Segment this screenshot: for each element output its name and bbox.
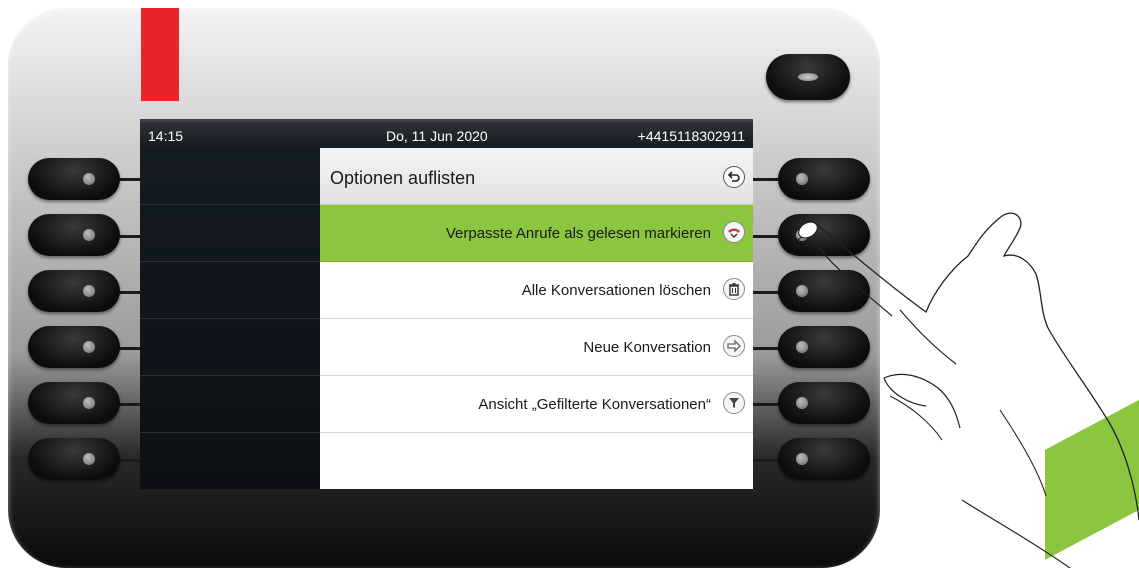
left-softkey-6[interactable] — [28, 438, 120, 480]
key-led — [83, 285, 95, 297]
left-softkey-1[interactable] — [28, 158, 120, 200]
divider — [140, 432, 320, 433]
status-phone-number: +4415118302911 — [637, 128, 745, 144]
home-key[interactable] — [766, 54, 850, 100]
left-softkey-2[interactable] — [28, 214, 120, 256]
left-softkey-5[interactable] — [28, 382, 120, 424]
menu-header: Optionen auflisten — [320, 148, 753, 205]
trash-icon — [723, 278, 745, 300]
back-arrow-icon[interactable] — [723, 166, 745, 188]
missed-call-icon — [723, 221, 745, 243]
divider — [140, 204, 320, 205]
key-led — [83, 397, 95, 409]
key-led — [796, 173, 808, 185]
right-softkey-1[interactable] — [778, 158, 870, 200]
menu-item-filtered-view[interactable]: Ansicht „Gefilterte Konversationen“ — [320, 376, 753, 433]
divider — [140, 318, 320, 319]
menu-item-label: Ansicht „Gefilterte Konversationen“ — [478, 396, 711, 413]
divider — [140, 261, 320, 262]
left-softkey-3[interactable] — [28, 270, 120, 312]
filter-icon — [723, 392, 745, 414]
brand-red-tab — [141, 8, 179, 101]
menu-item-label: Neue Konversation — [583, 339, 711, 356]
menu-title: Optionen auflisten — [330, 168, 476, 188]
status-date: Do, 11 Jun 2020 — [386, 128, 488, 144]
status-time: 14:15 — [148, 128, 184, 144]
left-key-panel — [140, 148, 320, 489]
forward-arrow-icon — [723, 335, 745, 357]
menu-item-label: Verpasste Anrufe als gelesen markieren — [445, 225, 711, 242]
menu-item-mark-missed-read[interactable]: Verpasste Anrufe als gelesen markieren — [320, 205, 753, 262]
divider — [140, 375, 320, 376]
menu-item-delete-all[interactable]: Alle Konversationen löschen — [320, 262, 753, 319]
status-bar: 14:15 Do, 11 Jun 2020 +4415118302911 — [140, 119, 753, 148]
options-menu: Optionen auflisten Verpasste Anrufe als … — [320, 148, 753, 489]
menu-item-new-conversation[interactable]: Neue Konversation — [320, 319, 753, 376]
phone-display: 14:15 Do, 11 Jun 2020 +4415118302911 Opt… — [140, 119, 753, 489]
key-led — [83, 229, 95, 241]
left-softkey-4[interactable] — [28, 326, 120, 368]
key-led — [83, 341, 95, 353]
pointing-hand-illustration — [793, 212, 1139, 568]
menu-item-empty — [320, 433, 753, 489]
key-led — [83, 173, 95, 185]
key-led — [83, 453, 95, 465]
menu-item-label: Alle Konversationen löschen — [521, 282, 711, 299]
home-key-led — [798, 73, 818, 81]
